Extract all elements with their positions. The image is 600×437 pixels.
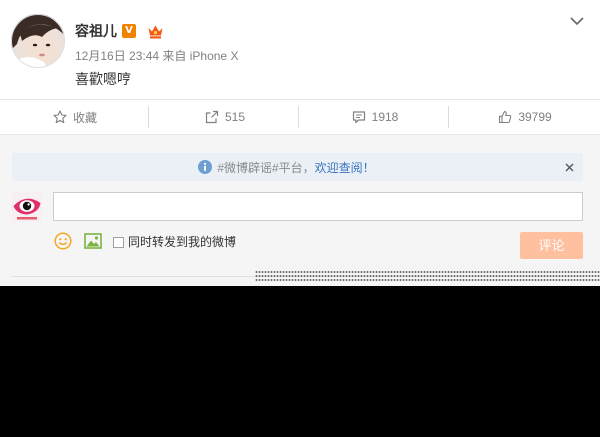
forward-checkbox[interactable] (113, 237, 124, 248)
crown-icon[interactable] (147, 24, 164, 39)
comment-button[interactable]: 1918 (298, 100, 450, 134)
weibo-post-screen: 容祖儿 V 12月16日 23:44 来自 iPhone X 喜歡嗯哼 收藏 5… (0, 0, 600, 437)
chevron-down-icon[interactable] (570, 17, 584, 26)
comment-submit-button[interactable]: 评论 (520, 232, 583, 259)
author-name[interactable]: 容祖儿 (75, 22, 117, 40)
picture-icon[interactable] (84, 233, 102, 249)
like-icon (499, 110, 512, 124)
star-icon (53, 110, 67, 124)
share-icon (205, 110, 219, 124)
notice-text: #微博辟谣#平台， (217, 160, 315, 175)
post-card: 容祖儿 V 12月16日 23:44 来自 iPhone X 喜歡嗯哼 (0, 0, 600, 100)
notice-link[interactable]: 欢迎查阅！ (315, 159, 375, 176)
action-label: 1918 (371, 110, 399, 124)
rumor-notice-bar: #微博辟谣#平台， 欢迎查阅！ (12, 153, 583, 181)
post-text: 喜歡嗯哼 (75, 71, 131, 87)
like-button[interactable]: 39799 (448, 100, 600, 134)
post-source[interactable]: 来自 iPhone X (162, 49, 238, 63)
dotted-artifact (255, 270, 600, 283)
action-label: 515 (224, 110, 246, 124)
smiley-icon[interactable] (54, 232, 72, 250)
comment-input[interactable] (53, 192, 583, 221)
author-avatar[interactable] (11, 14, 65, 68)
weibo-eye-logo-icon (12, 192, 42, 222)
author-row: 容祖儿 V (75, 22, 164, 40)
verified-badge[interactable]: V (122, 24, 136, 38)
repost-button[interactable]: 515 (148, 100, 300, 134)
post-time[interactable]: 12月16日 23:44 (75, 49, 159, 63)
comment-panel: #微博辟谣#平台， 欢迎查阅！ 同时转发到我的微博 评论 (0, 135, 600, 286)
comment-icon (352, 111, 365, 124)
post-meta: 12月16日 23:44 来自 iPhone X (75, 49, 238, 64)
favorite-button[interactable]: 收藏 (0, 100, 150, 134)
action-bar: 收藏 515 1918 39799 (0, 100, 600, 135)
action-label: 39799 (518, 110, 552, 124)
black-area (0, 286, 600, 437)
action-label: 收藏 (72, 110, 97, 125)
close-icon[interactable] (565, 163, 574, 172)
info-icon (198, 160, 213, 174)
forward-label[interactable]: 同时转发到我的微博 (128, 234, 236, 250)
